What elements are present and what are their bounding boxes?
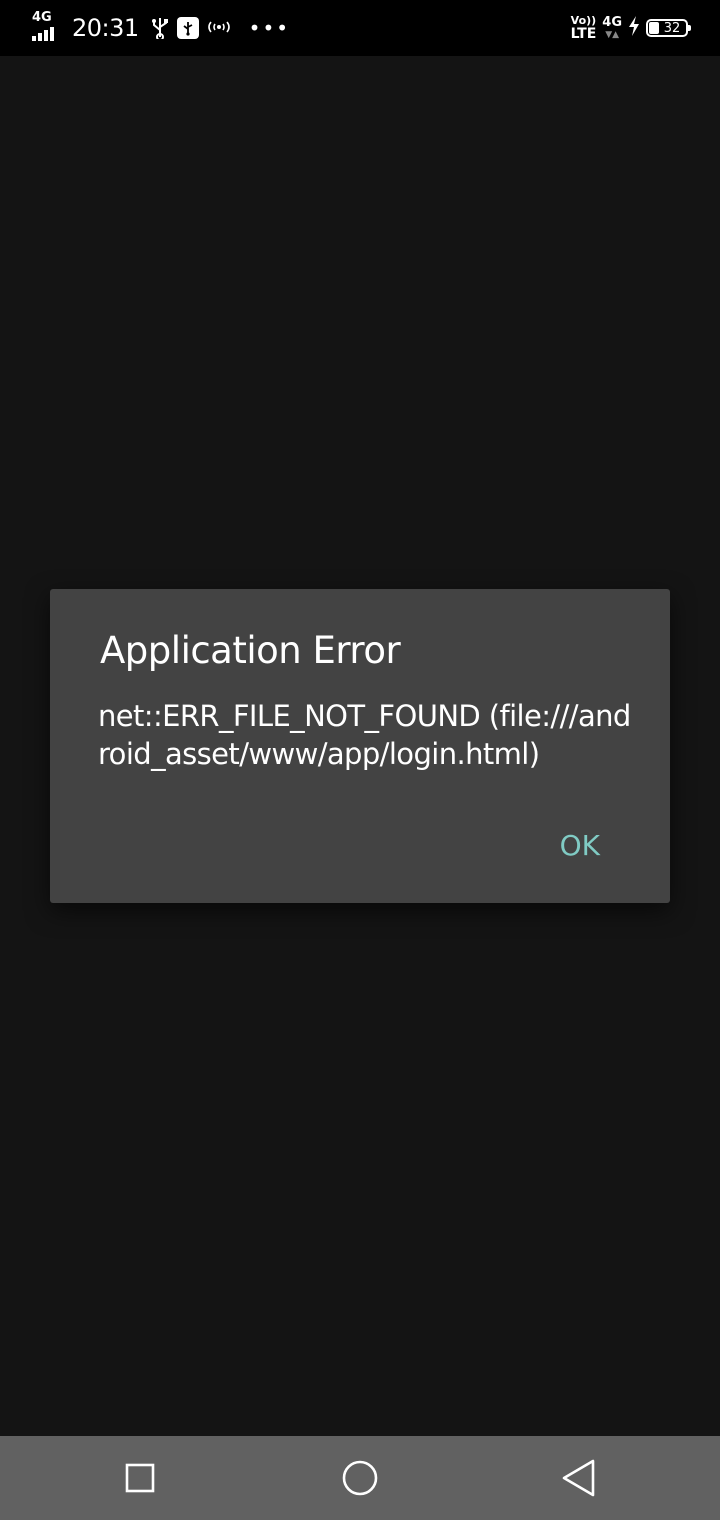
back-button[interactable]	[556, 1456, 600, 1500]
more-notifications-icon: •••	[248, 16, 291, 40]
error-dialog: Application Error net::ERR_FILE_NOT_FOUN…	[50, 589, 670, 903]
navigation-bar	[0, 1436, 720, 1520]
status-bar-right: Vo)) LTE 4G ▼▲ 32	[570, 12, 691, 44]
dialog-message: net::ERR_FILE_NOT_FOUND (file:///android…	[98, 699, 631, 771]
recents-button[interactable]	[118, 1456, 162, 1500]
back-icon	[562, 1459, 595, 1497]
usb-icon	[151, 17, 169, 39]
right-network-type-label: 4G	[602, 15, 622, 30]
battery-percent: 32	[663, 20, 681, 36]
home-button[interactable]	[338, 1456, 382, 1500]
usb-debug-icon	[176, 17, 199, 39]
home-icon	[342, 1460, 378, 1496]
charging-icon	[628, 15, 640, 41]
data-activity-icon: 4G ▼▲	[602, 15, 622, 41]
dialog-title: Application Error	[100, 629, 401, 672]
network-type-label: 4G	[32, 10, 52, 25]
clock: 20:31	[72, 14, 139, 42]
hotspot-icon	[207, 20, 231, 37]
recents-icon	[125, 1463, 155, 1493]
battery-icon: 32	[646, 19, 691, 37]
ok-button[interactable]: OK	[560, 829, 600, 862]
screen: 4G 20:31 ••• Vo)) LTE 4G ▼▲ 32 Applicati…	[0, 0, 720, 1520]
lte-label: LTE	[570, 26, 597, 42]
volte-icon: Vo)) LTE	[570, 15, 597, 42]
signal-icon: 4G	[30, 10, 60, 43]
status-bar: 4G 20:31 ••• Vo)) LTE 4G ▼▲ 32	[0, 0, 720, 56]
status-bar-left: 4G 20:31 •••	[30, 10, 290, 46]
